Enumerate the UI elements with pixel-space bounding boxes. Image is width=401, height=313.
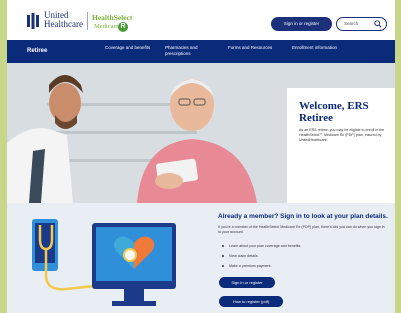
nav-title-retiree[interactable]: Retiree xyxy=(27,48,47,54)
site-header: United Healthcare HealthSelect Medicare … xyxy=(7,0,395,40)
nav-item-coverage[interactable]: Coverage and benefits xyxy=(105,45,157,51)
member-sign-in-label: Sign in or register xyxy=(231,280,263,285)
hero-welcome-card: Welcome, ERS Retiree As an ERS retiree, … xyxy=(287,88,395,203)
nav-item-forms[interactable]: Forms and Resources xyxy=(228,45,280,51)
healthselect-medicare: Medicare xyxy=(94,23,119,30)
list-item: View claim details. xyxy=(222,251,301,261)
nav-item-pharmacies[interactable]: Pharmacies and prescriptions xyxy=(165,45,217,57)
healthselect-logo: HealthSelect xyxy=(92,13,133,22)
hero-banner: Welcome, ERS Retiree As an ERS retiree, … xyxy=(7,63,395,203)
search-icon[interactable] xyxy=(374,20,382,28)
member-intro: If you're a member of the HealthSelect M… xyxy=(218,225,385,234)
how-to-register-button[interactable]: How to register (pdf) xyxy=(219,296,283,307)
how-to-register-label: How to register (pdf) xyxy=(232,299,270,304)
member-title: Already a member? Sign in to look at you… xyxy=(218,213,388,220)
hero-title: Welcome, ERS Retiree xyxy=(299,100,369,124)
pharmacist-photo xyxy=(7,75,83,203)
telehealth-illustration xyxy=(32,219,176,306)
nav-item-enrollment[interactable]: Enrollment information xyxy=(292,45,344,51)
list-item: Learn about your plan coverage and benef… xyxy=(222,241,301,251)
page: United Healthcare HealthSelect Medicare … xyxy=(7,0,395,313)
header-sign-in-button[interactable]: Sign in or register xyxy=(271,17,332,31)
search-placeholder: Search xyxy=(344,21,359,26)
brand-name[interactable]: United Healthcare xyxy=(44,11,83,29)
hero-body: As an ERS retiree, you may be eligible t… xyxy=(299,128,385,142)
search-input[interactable]: Search xyxy=(336,17,387,31)
main-nav: Retiree Coverage and benefits Pharmacies… xyxy=(7,40,395,63)
member-benefits-list: Learn about your plan coverage and benef… xyxy=(222,241,301,271)
unitedhealthcare-logo-icon[interactable] xyxy=(26,13,40,29)
member-sign-in-button[interactable]: Sign in or register xyxy=(219,277,275,288)
member-section: Already a member? Sign in to look at you… xyxy=(7,203,395,313)
patient-photo xyxy=(137,79,257,203)
list-item: Make a premium payment. xyxy=(222,261,301,271)
header-sign-in-label: Sign in or register xyxy=(283,21,320,26)
brand-line-2: Healthcare xyxy=(44,19,83,29)
logo-divider xyxy=(87,12,88,30)
rx-badge-icon: R xyxy=(118,22,128,32)
